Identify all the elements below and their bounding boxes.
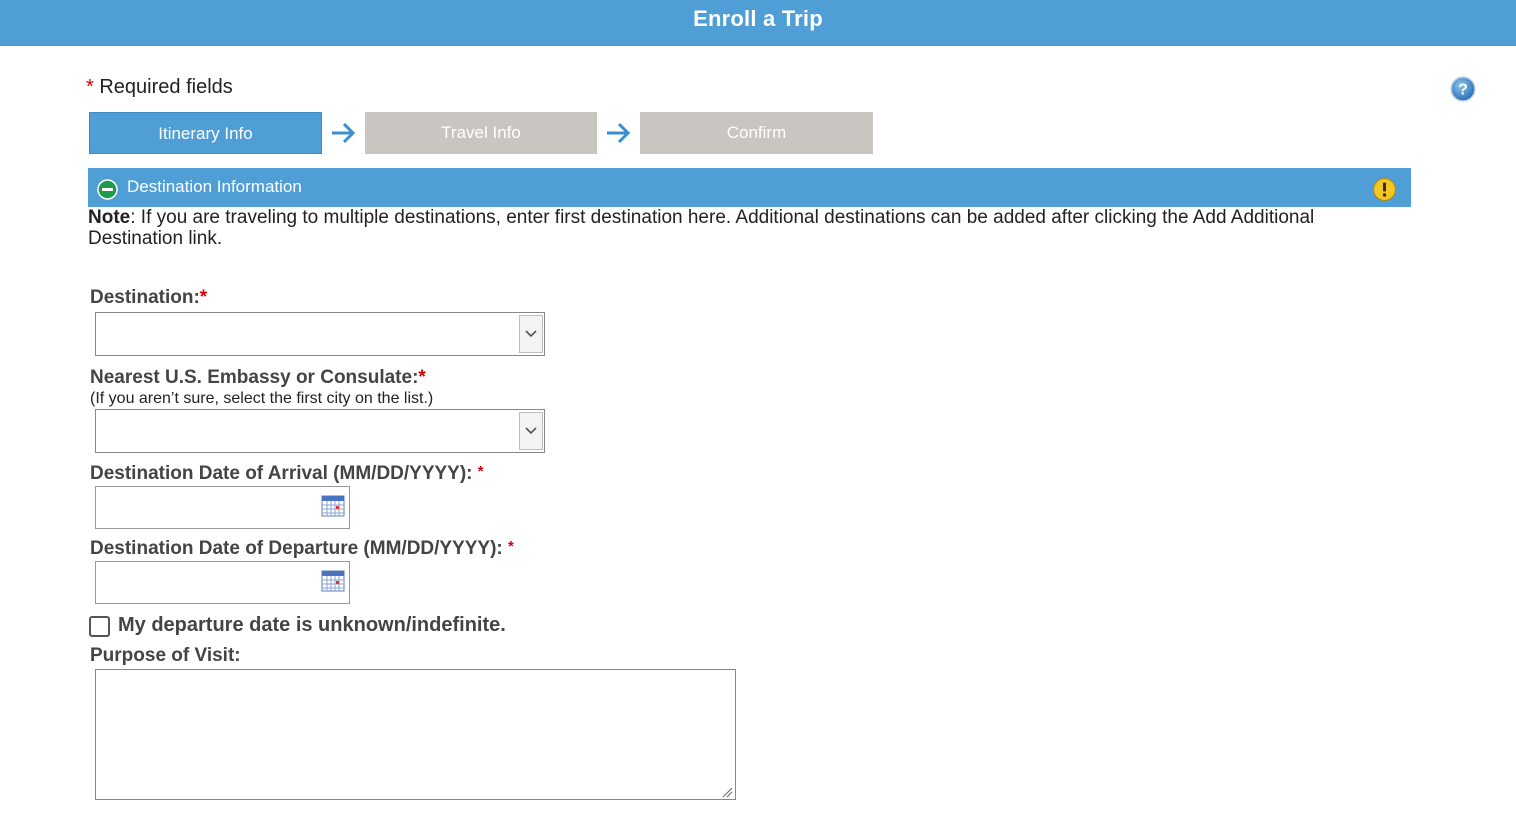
required-fields-text: Required fields [99,76,233,98]
destination-label: Destination:* [90,287,207,309]
warning-icon[interactable] [1372,177,1397,202]
unknown-departure-label[interactable]: My departure date is unknown/indefinite. [118,614,506,637]
step-label: Confirm [726,123,787,142]
departure-date-label: Destination Date of Departure (MM/DD/YYY… [90,538,514,560]
departure-date-input[interactable] [95,561,350,604]
note-text: : If you are traveling to multiple desti… [88,207,1315,249]
page-header: Enroll a Trip [0,0,1516,46]
embassy-select[interactable] [95,409,545,453]
destination-select[interactable] [95,312,545,356]
required-asterisk: * [418,367,426,388]
calendar-icon[interactable] [321,495,345,517]
destination-note: Note: If you are traveling to multiple d… [88,207,1388,249]
step-travel-info[interactable]: Travel Info [365,112,597,154]
destination-label-text: Destination: [90,287,200,308]
step-label: Itinerary Info [158,124,253,143]
step-label: Travel Info [441,123,521,142]
svg-text:?: ? [1458,82,1468,99]
step-confirm[interactable]: Confirm [640,112,873,154]
required-asterisk: * [477,463,484,480]
required-asterisk: * [86,76,94,98]
note-prefix: Note [88,207,131,228]
purpose-label: Purpose of Visit: [90,645,241,666]
arrival-label-text: Destination Date of Arrival (MM/DD/YYYY)… [90,463,473,484]
arrow-right-icon [604,120,634,146]
section-title: Destination Information [127,177,302,196]
chevron-down-icon[interactable] [519,315,543,353]
departure-label-text: Destination Date of Departure (MM/DD/YYY… [90,538,503,559]
arrow-right-icon [329,120,359,146]
required-asterisk: * [199,287,208,308]
purpose-textarea[interactable] [95,669,736,800]
destination-section-header: Destination Information [88,168,1411,207]
chevron-down-icon[interactable] [519,412,543,450]
required-fields-note: * Required fields [86,76,233,99]
calendar-icon[interactable] [321,570,345,592]
help-icon[interactable]: ? [1450,76,1476,102]
arrival-date-label: Destination Date of Arrival (MM/DD/YYYY)… [90,463,484,485]
embassy-label: Nearest U.S. Embassy or Consulate:* [90,367,426,389]
arrival-date-input[interactable] [95,486,350,529]
embassy-hint: (If you aren’t sure, select the first ci… [90,390,434,407]
step-itinerary-info[interactable]: Itinerary Info [89,112,322,154]
embassy-label-text: Nearest U.S. Embassy or Consulate: [90,367,419,388]
unknown-departure-checkbox[interactable] [89,616,110,637]
resize-grip-icon[interactable] [721,785,733,798]
required-asterisk: * [508,538,514,555]
minus-circle-icon[interactable] [97,179,118,200]
page-title: Enroll a Trip [693,6,823,31]
